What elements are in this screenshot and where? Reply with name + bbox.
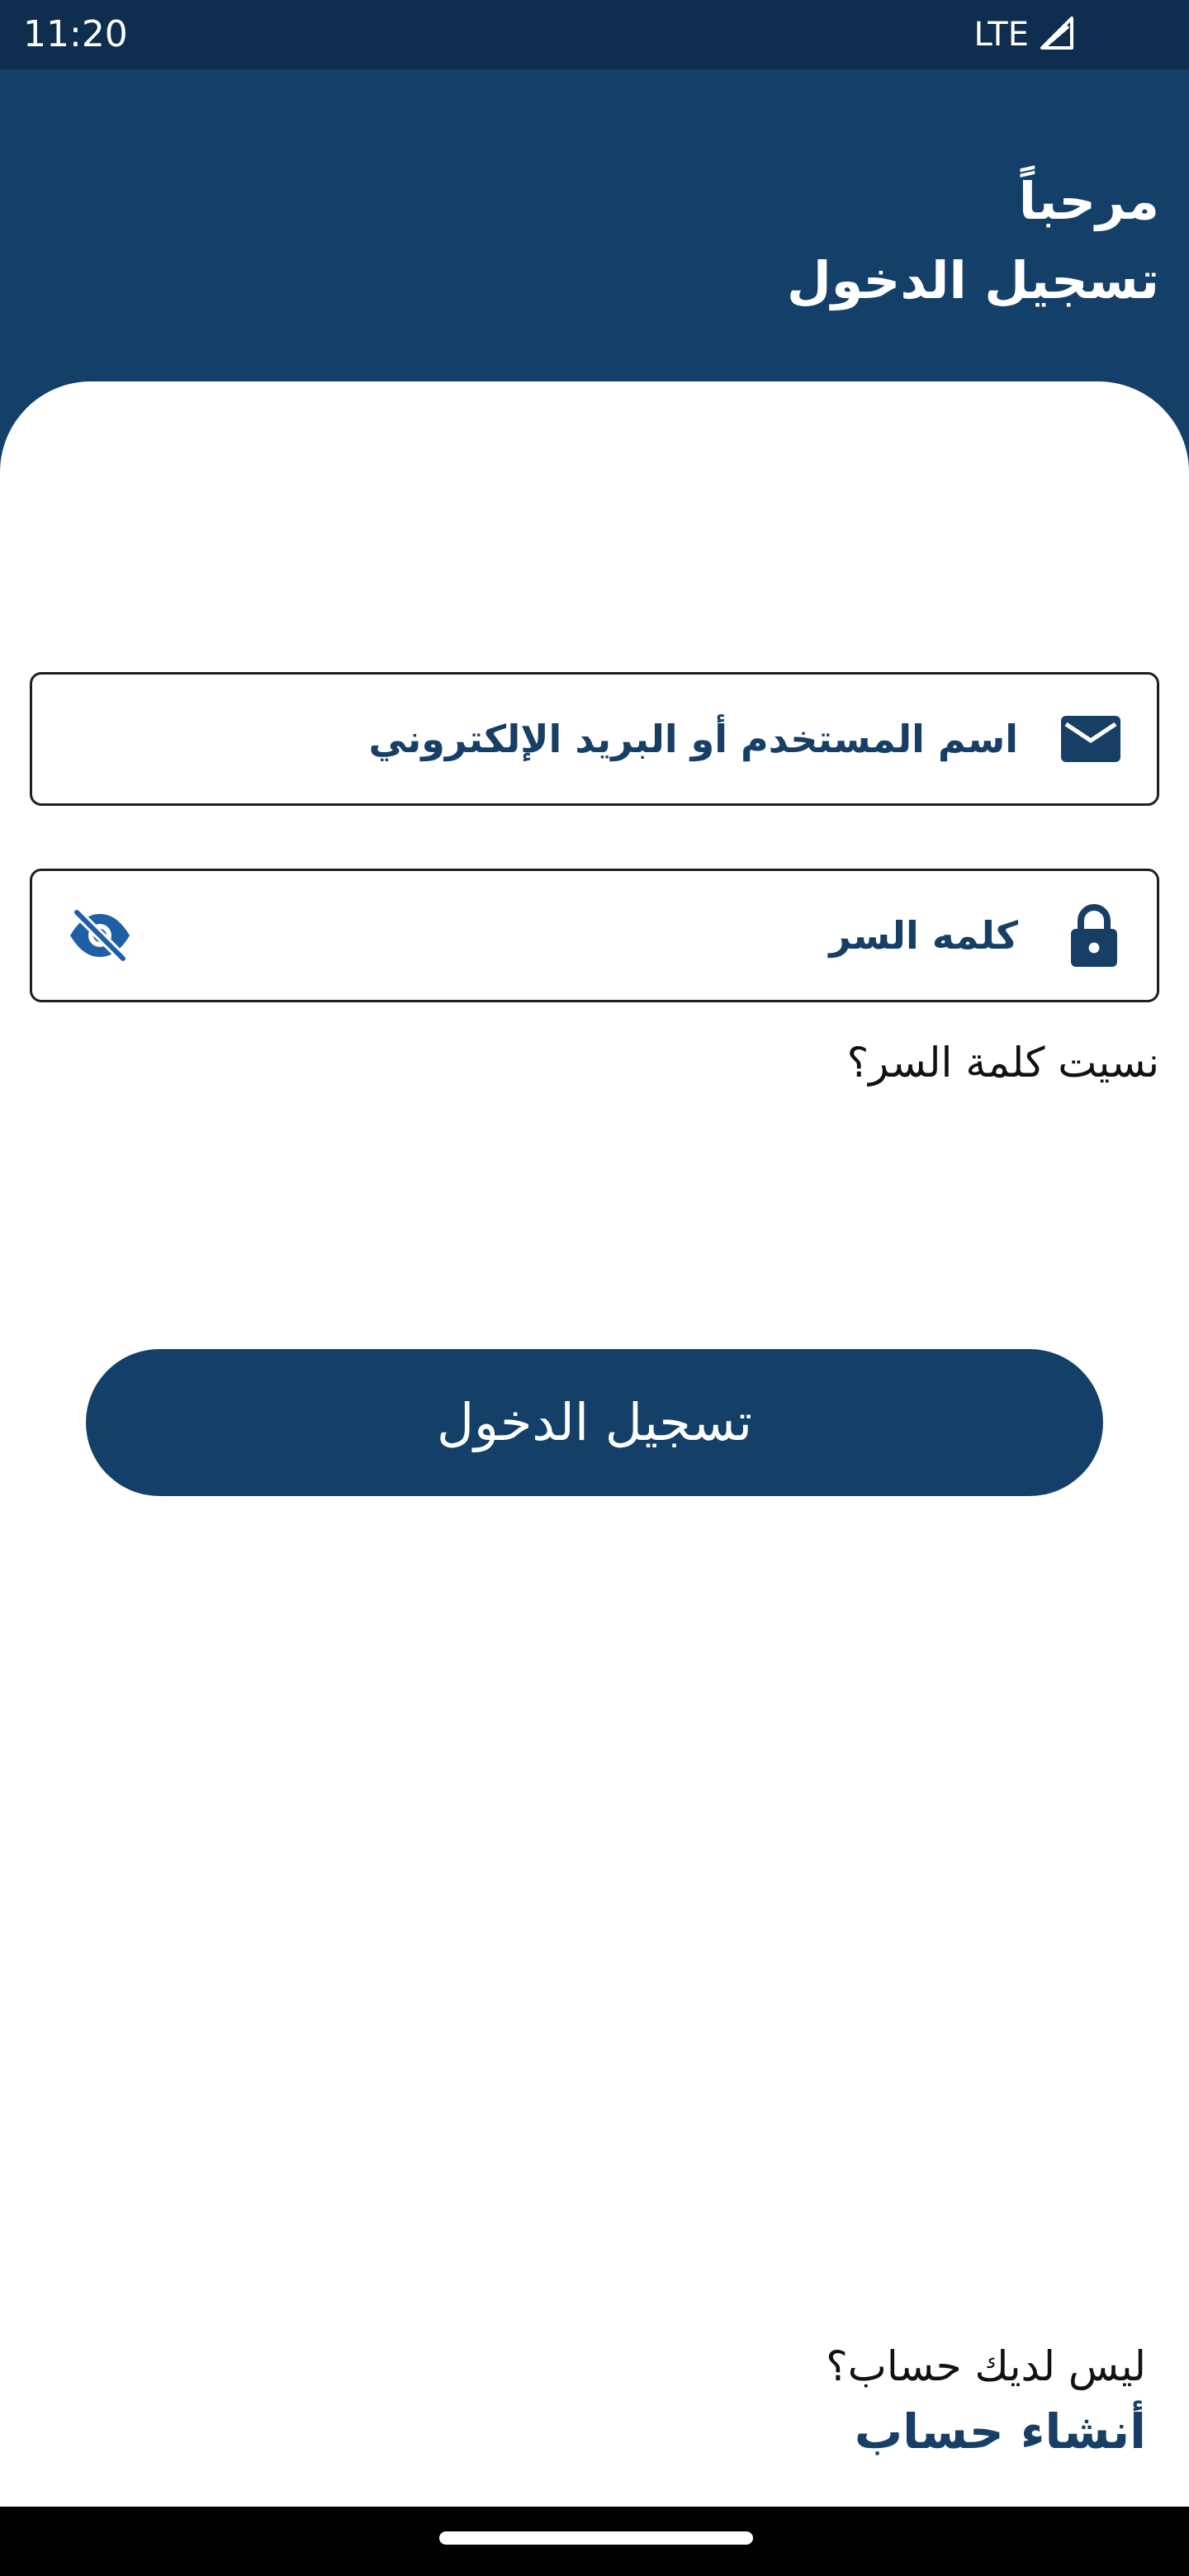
username-label: اسم المستخدم أو البريد الإلكتروني bbox=[368, 717, 1018, 761]
status-indicators: LTE bbox=[974, 10, 1077, 59]
mail-icon bbox=[1061, 716, 1120, 762]
greeting: مرحباً تسجيل الدخول bbox=[787, 162, 1159, 320]
username-field[interactable]: اسم المستخدم أو البريد الإلكتروني bbox=[30, 672, 1159, 806]
network-type: LTE bbox=[973, 16, 1029, 54]
status-bar: 11:20 LTE bbox=[0, 0, 1189, 69]
no-account-text: ليس لديك حساب؟ bbox=[826, 2342, 1146, 2390]
forgot-password-link[interactable]: نسيت كلمة السر؟ bbox=[847, 1034, 1159, 1091]
password-field[interactable]: كلمه السر bbox=[30, 869, 1159, 1002]
lock-icon bbox=[1068, 902, 1120, 968]
welcome-text: مرحباً bbox=[1018, 171, 1159, 231]
create-account-link[interactable]: أنشاء حساب bbox=[855, 2399, 1146, 2464]
login-button[interactable]: تسجيل الدخول bbox=[86, 1349, 1103, 1496]
page-title: تسجيل الدخول bbox=[787, 250, 1159, 310]
navigation-bar bbox=[0, 2507, 1189, 2576]
status-time: 11:20 bbox=[23, 13, 128, 55]
password-label: كلمه السر bbox=[829, 913, 1018, 958]
eye-off-icon[interactable] bbox=[65, 901, 135, 970]
signal-icon bbox=[1037, 13, 1077, 56]
home-gesture-handle[interactable] bbox=[439, 2531, 753, 2545]
